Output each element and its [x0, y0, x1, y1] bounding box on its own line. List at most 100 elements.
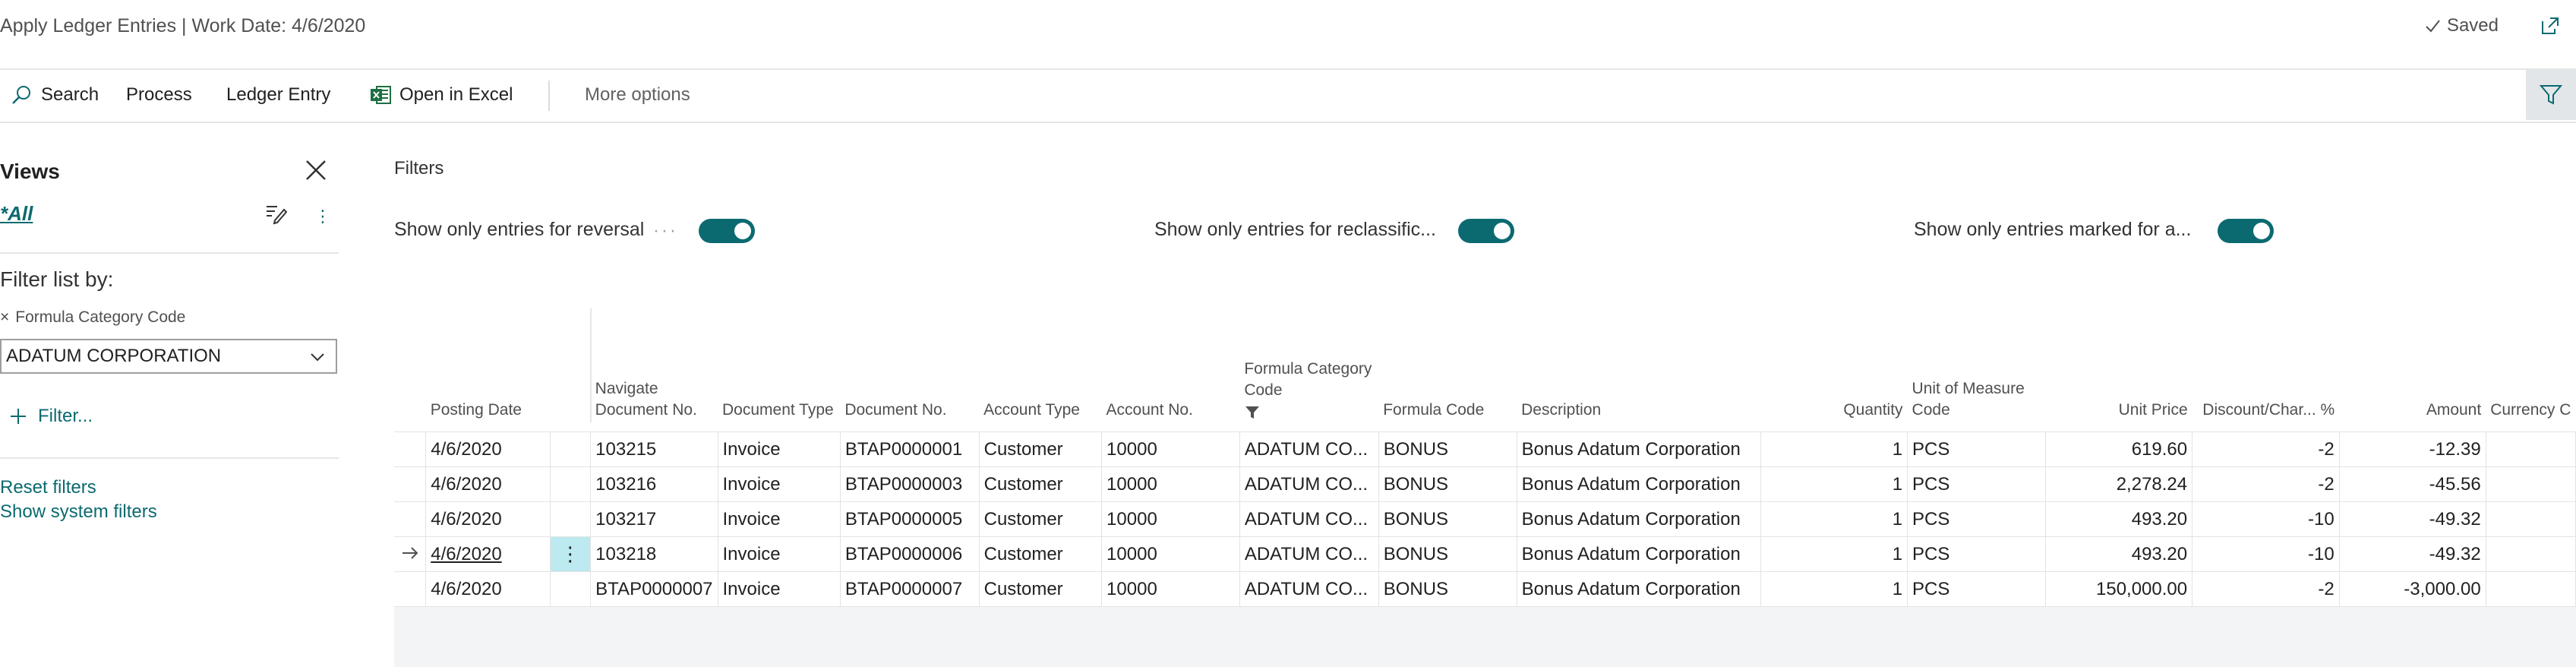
more-options-button[interactable]: More options	[585, 70, 690, 120]
cell-currency[interactable]	[2485, 571, 2576, 607]
view-all-link[interactable]: *All	[0, 202, 33, 226]
cell-uom[interactable]: PCS	[1907, 536, 2046, 572]
cell-formula-category-code[interactable]: ADATUM CO...	[1239, 431, 1379, 467]
cell-posting-date[interactable]: 4/6/2020	[425, 431, 551, 467]
popout-icon[interactable]	[2540, 15, 2561, 36]
cell-formula-category-code[interactable]: ADATUM CO...	[1239, 466, 1379, 502]
cell-discount[interactable]: -10	[2192, 501, 2340, 537]
header-document-no[interactable]: Document No.	[840, 308, 980, 432]
cell-formula-code[interactable]: BONUS	[1378, 571, 1517, 607]
search-button[interactable]: Search	[11, 70, 99, 120]
cell-amount[interactable]: -49.32	[2338, 501, 2486, 537]
cell-document-no[interactable]: BTAP0000005	[839, 501, 980, 537]
header-posting-date[interactable]: Posting Date	[425, 308, 551, 432]
cell-discount[interactable]: -2	[2192, 431, 2340, 467]
cell-account-no[interactable]: 10000	[1101, 536, 1240, 572]
cell-formula-code[interactable]: BONUS	[1378, 501, 1517, 537]
field-more-icon[interactable]: ···	[653, 220, 678, 242]
ledger-entry-menu[interactable]: Ledger Entry	[226, 70, 330, 120]
cell-discount[interactable]: -2	[2192, 466, 2340, 502]
cell-account-type[interactable]: Customer	[978, 536, 1103, 572]
header-quantity[interactable]: Quantity	[1760, 308, 1908, 432]
cell-navigate-doc-no[interactable]: 103218	[590, 536, 718, 572]
cell-account-type[interactable]: Customer	[978, 571, 1103, 607]
table-row[interactable]: 4/6/2020 103216 Invoice BTAP0000003 Customer…	[394, 466, 2576, 502]
cell-uom[interactable]: PCS	[1907, 431, 2046, 467]
add-filter-link[interactable]: Filter...	[9, 406, 93, 427]
remove-filter-icon[interactable]: ×	[0, 308, 9, 327]
cell-document-no[interactable]: BTAP0000003	[839, 466, 980, 502]
cell-formula-code[interactable]: BONUS	[1378, 466, 1517, 502]
cell-description[interactable]: Bonus Adatum Corporation	[1516, 536, 1762, 572]
cell-formula-category-code[interactable]: ADATUM CO...	[1239, 571, 1379, 607]
cell-account-type[interactable]: Customer	[978, 501, 1103, 537]
cell-description[interactable]: Bonus Adatum Corporation	[1516, 431, 1762, 467]
view-more-icon[interactable]: ⋮	[314, 207, 331, 226]
cell-account-type[interactable]: Customer	[978, 466, 1103, 502]
header-discount[interactable]: Discount/Char... %	[2192, 308, 2340, 432]
cell-uom[interactable]: PCS	[1907, 501, 2046, 537]
cell-account-no[interactable]: 10000	[1101, 571, 1240, 607]
table-row[interactable]: 4/6/2020 103215 Invoice BTAP0000001 Customer…	[394, 431, 2576, 467]
edit-view-icon[interactable]	[264, 202, 287, 225]
cell-amount[interactable]: -12.39	[2338, 431, 2486, 467]
cell-description[interactable]: Bonus Adatum Corporation	[1516, 501, 1762, 537]
header-formula-code[interactable]: Formula Code	[1378, 308, 1517, 432]
cell-description[interactable]: Bonus Adatum Corporation	[1516, 466, 1762, 502]
cell-account-no[interactable]: 10000	[1101, 466, 1240, 502]
cell-unit-price[interactable]: 619.60	[2044, 431, 2193, 467]
table-row[interactable]: 4/6/2020 BTAP0000007 Invoice BTAP0000007 Cus…	[394, 571, 2576, 607]
cell-document-type[interactable]: Invoice	[717, 571, 841, 607]
cell-unit-price[interactable]: 2,278.24	[2044, 466, 2193, 502]
cell-amount[interactable]: -45.56	[2338, 466, 2486, 502]
header-account-no[interactable]: Account No.	[1101, 308, 1240, 432]
cell-document-type[interactable]: Invoice	[717, 501, 841, 537]
close-icon[interactable]	[302, 156, 330, 184]
cell-navigate-doc-no[interactable]: 103217	[590, 501, 718, 537]
header-description[interactable]: Description	[1517, 308, 1761, 432]
table-row[interactable]: 4/6/2020 103217 Invoice BTAP0000005 Customer…	[394, 501, 2576, 537]
cell-quantity[interactable]: 1	[1760, 536, 1908, 572]
header-unit-price[interactable]: Unit Price	[2045, 308, 2192, 432]
cell-document-type[interactable]: Invoice	[717, 466, 841, 502]
cell-navigate-doc-no[interactable]: 103215	[590, 431, 718, 467]
cell-currency[interactable]	[2485, 466, 2576, 502]
cell-formula-code[interactable]: BONUS	[1378, 431, 1517, 467]
header-formula-category-code[interactable]: Formula Category Code	[1239, 308, 1379, 432]
cell-formula-category-code[interactable]: ADATUM CO...	[1239, 536, 1379, 572]
cell-quantity[interactable]: 1	[1760, 431, 1908, 467]
cell-navigate-doc-no[interactable]: 103216	[590, 466, 718, 502]
cell-account-no[interactable]: 10000	[1101, 431, 1240, 467]
toggle-reversal[interactable]	[699, 219, 755, 243]
cell-formula-code[interactable]: BONUS	[1378, 536, 1517, 572]
open-in-excel-button[interactable]: Open in Excel	[369, 70, 513, 120]
process-menu[interactable]: Process	[126, 70, 192, 120]
cell-document-no[interactable]: BTAP0000006	[839, 536, 980, 572]
header-currency[interactable]: Currency C	[2486, 308, 2576, 432]
cell-description[interactable]: Bonus Adatum Corporation	[1516, 571, 1762, 607]
cell-navigate-doc-no[interactable]: BTAP0000007	[590, 571, 718, 607]
cell-document-no[interactable]: BTAP0000007	[839, 571, 980, 607]
formula-category-filter-select[interactable]: ADATUM CORPORATION	[0, 339, 337, 374]
cell-unit-price[interactable]: 493.20	[2044, 536, 2193, 572]
cell-document-no[interactable]: BTAP0000001	[839, 431, 980, 467]
cell-document-type[interactable]: Invoice	[717, 536, 841, 572]
cell-currency[interactable]	[2485, 431, 2576, 467]
toggle-reclassification[interactable]	[1458, 219, 1514, 243]
cell-quantity[interactable]: 1	[1760, 466, 1908, 502]
cell-currency[interactable]	[2485, 536, 2576, 572]
cell-posting-date[interactable]: 4/6/2020	[425, 466, 551, 502]
cell-amount[interactable]: -3,000.00	[2338, 571, 2486, 607]
cell-amount[interactable]: -49.32	[2338, 536, 2486, 572]
cell-unit-price[interactable]: 493.20	[2044, 501, 2193, 537]
header-navigate-doc-no[interactable]: Navigate Document No.	[590, 308, 718, 432]
cell-quantity[interactable]: 1	[1760, 501, 1908, 537]
row-context-menu-icon[interactable]: ⋮	[549, 536, 592, 572]
table-row[interactable]: 4/6/2020 ⋮ 103218 Invoice BTAP0000006 Custome…	[394, 536, 2576, 572]
cell-discount[interactable]: -10	[2192, 536, 2340, 572]
cell-account-no[interactable]: 10000	[1101, 501, 1240, 537]
cell-unit-price[interactable]: 150,000.00	[2044, 571, 2193, 607]
cell-discount[interactable]: -2	[2192, 571, 2340, 607]
cell-posting-date[interactable]: 4/6/2020	[425, 501, 551, 537]
header-amount[interactable]: Amount	[2339, 308, 2486, 432]
